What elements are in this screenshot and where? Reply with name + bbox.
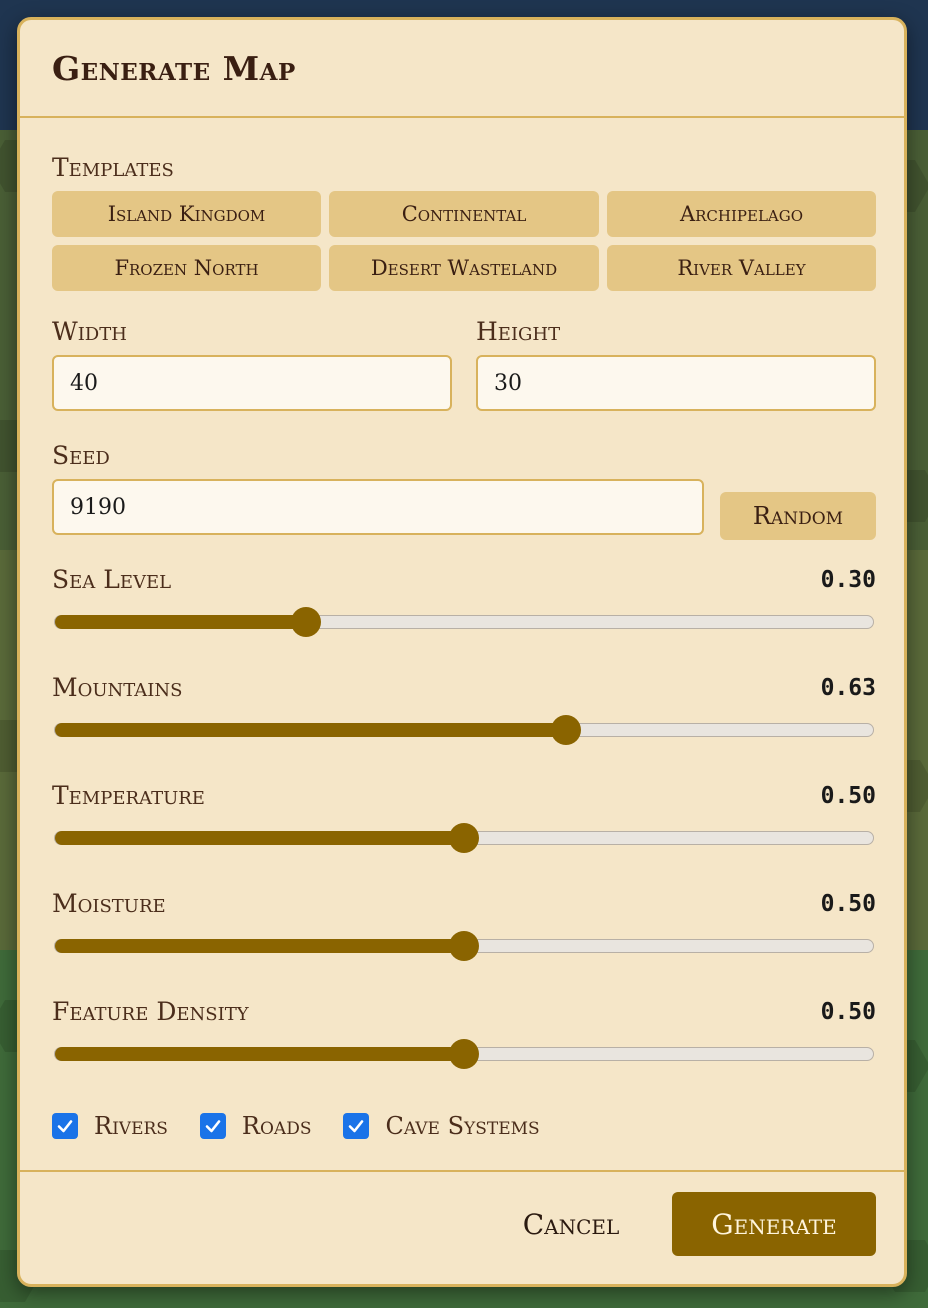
roads-option[interactable]: Roads	[199, 1112, 312, 1140]
width-input[interactable]: 40	[52, 355, 452, 411]
slider-row-moisture: Moisture 0.50	[52, 889, 876, 969]
slider-row-temperature: Temperature 0.50	[52, 781, 876, 861]
template-archipelago-button[interactable]: Archipelago	[607, 191, 876, 237]
slider-fill	[55, 938, 464, 953]
template-river-valley-button[interactable]: River Valley	[607, 245, 876, 291]
cave-systems-option[interactable]: Cave Systems	[343, 1112, 540, 1140]
slider-value: 0.50	[820, 783, 876, 809]
template-island-kingdom-button[interactable]: Island Kingdom	[52, 191, 321, 237]
slider-fill	[55, 830, 464, 845]
slider-thumb[interactable]	[449, 1039, 479, 1069]
slider-label: Feature Density	[52, 997, 249, 1026]
templates-label: Templates	[52, 153, 174, 182]
dialog-title: Generate Map	[52, 48, 296, 88]
slider-value: 0.50	[820, 999, 876, 1025]
cave-systems-checkbox[interactable]	[343, 1113, 370, 1139]
mountains-slider[interactable]	[54, 715, 874, 745]
seed-input[interactable]: 9190	[52, 479, 704, 535]
slider-label: Sea Level	[52, 565, 172, 594]
slider-label: Moisture	[52, 889, 166, 918]
slider-row-mountains: Mountains 0.63	[52, 673, 876, 753]
generate-button[interactable]: Generate	[672, 1192, 876, 1256]
slider-value: 0.63	[820, 675, 876, 701]
roads-label: Roads	[241, 1112, 312, 1140]
slider-label: Temperature	[52, 781, 205, 810]
generate-map-dialog: Generate Map Templates Island Kingdom Co…	[17, 17, 907, 1287]
slider-label: Mountains	[52, 673, 183, 702]
checkmark-icon	[57, 1120, 73, 1133]
random-seed-button[interactable]: Random	[720, 492, 876, 540]
slider-value: 0.50	[820, 891, 876, 917]
checkmark-icon	[205, 1120, 221, 1133]
dialog-header: Generate Map	[20, 20, 904, 118]
slider-thumb[interactable]	[449, 931, 479, 961]
seed-label: Seed	[52, 441, 110, 470]
options-checkboxes: Rivers Roads Cave Systems	[52, 1112, 572, 1140]
cancel-button[interactable]: Cancel	[496, 1192, 646, 1256]
moisture-slider[interactable]	[54, 931, 874, 961]
height-label: Height	[476, 317, 561, 346]
slider-fill	[55, 1046, 464, 1061]
slider-row-feature-density: Feature Density 0.50	[52, 997, 876, 1077]
height-input[interactable]: 30	[476, 355, 876, 411]
rivers-option[interactable]: Rivers	[52, 1112, 168, 1140]
sea-level-slider[interactable]	[54, 607, 874, 637]
temperature-slider[interactable]	[54, 823, 874, 853]
rivers-checkbox[interactable]	[52, 1113, 78, 1139]
template-desert-wasteland-button[interactable]: Desert Wasteland	[329, 245, 599, 291]
slider-row-sea-level: Sea Level 0.30	[52, 565, 876, 645]
slider-thumb[interactable]	[551, 715, 582, 745]
slider-thumb[interactable]	[291, 607, 322, 637]
roads-checkbox[interactable]	[199, 1113, 226, 1139]
slider-value: 0.30	[820, 567, 876, 593]
template-continental-button[interactable]: Continental	[329, 191, 599, 237]
dialog-footer: Cancel Generate	[20, 1170, 904, 1284]
slider-fill	[55, 614, 307, 629]
feature-density-slider[interactable]	[54, 1039, 874, 1069]
cave-systems-label: Cave Systems	[385, 1112, 540, 1140]
rivers-label: Rivers	[94, 1112, 168, 1140]
width-label: Width	[52, 317, 127, 346]
slider-fill	[55, 722, 567, 737]
slider-thumb[interactable]	[449, 823, 479, 853]
template-grid: Island Kingdom Continental Archipelago F…	[52, 191, 876, 291]
template-frozen-north-button[interactable]: Frozen North	[52, 245, 321, 291]
checkmark-icon	[349, 1120, 364, 1133]
